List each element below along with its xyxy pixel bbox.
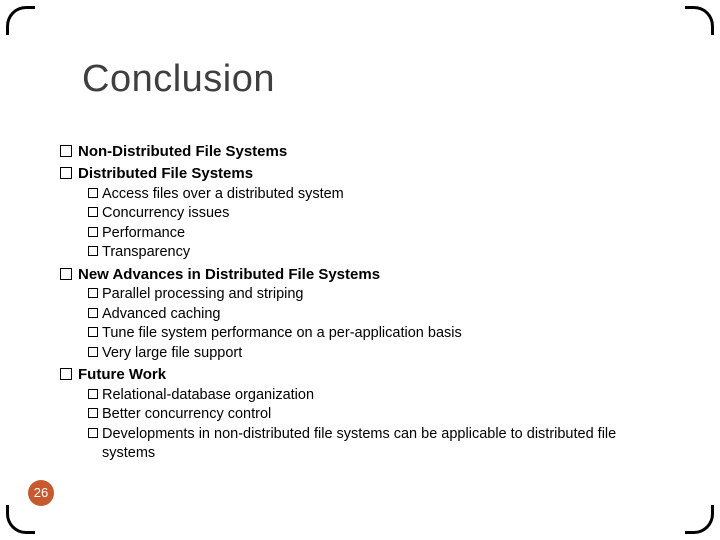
bullet-box-icon (88, 188, 98, 198)
bullet-level2: Access files over a distributed system (88, 185, 660, 205)
sub-bullet-group: Relational-database organization Better … (88, 386, 660, 464)
bullet-level1: Distributed File Systems (60, 164, 660, 184)
bullet-box-icon (88, 308, 98, 318)
bullet-level1: Non-Distributed File Systems (60, 142, 660, 162)
bullet-box-icon (60, 145, 72, 157)
bullet-text: Future Work (78, 366, 166, 383)
bullet-box-icon (60, 167, 72, 179)
bullet-text: Access files over a distributed system (102, 186, 344, 202)
bullet-level1: Future Work (60, 365, 660, 385)
bullet-box-icon (88, 227, 98, 237)
bullet-box-icon (60, 368, 72, 380)
bullet-level2: Concurrency issues (88, 204, 660, 224)
bullet-level2: Advanced caching (88, 305, 660, 325)
bullet-text: New Advances in Distributed File Systems (78, 266, 380, 283)
bullet-box-icon (88, 327, 98, 337)
bullet-box-icon (88, 428, 98, 438)
slide-title: Conclusion (82, 58, 275, 101)
bullet-box-icon (88, 207, 98, 217)
bullet-text: Relational-database organization (102, 387, 314, 403)
bullet-box-icon (88, 408, 98, 418)
bullet-text: Concurrency issues (102, 205, 229, 221)
slide: Conclusion Non-Distributed File Systems … (0, 0, 720, 540)
bullet-text: Parallel processing and striping (102, 286, 304, 302)
bullet-text: Performance (102, 225, 185, 241)
corner-decoration (685, 505, 714, 534)
corner-decoration (6, 6, 35, 35)
bullet-level2: Parallel processing and striping (88, 285, 660, 305)
bullet-text: Advanced caching (102, 306, 221, 322)
bullet-text: Very large file support (102, 345, 242, 361)
bullet-text: Better concurrency control (102, 406, 271, 422)
sub-bullet-group: Parallel processing and striping Advance… (88, 285, 660, 363)
page-number-badge: 26 (28, 480, 54, 506)
bullet-box-icon (88, 389, 98, 399)
corner-decoration (6, 505, 35, 534)
bullet-level2: Relational-database organization (88, 386, 660, 406)
corner-decoration (685, 6, 714, 35)
bullet-text: Transparency (102, 244, 190, 260)
bullet-box-icon (88, 246, 98, 256)
bullet-text: Tune file system performance on a per-ap… (102, 325, 462, 341)
bullet-level2: Very large file support (88, 344, 660, 364)
bullet-level2: Transparency (88, 243, 660, 263)
bullet-level2: Tune file system performance on a per-ap… (88, 324, 660, 344)
slide-body: Non-Distributed File Systems Distributed… (60, 140, 660, 464)
sub-bullet-group: Access files over a distributed system C… (88, 185, 660, 263)
bullet-text: Developments in non-distributed file sys… (102, 426, 616, 462)
bullet-level1: New Advances in Distributed File Systems (60, 265, 660, 285)
bullet-text: Distributed File Systems (78, 165, 253, 182)
bullet-box-icon (60, 268, 72, 280)
bullet-text: Non-Distributed File Systems (78, 143, 287, 160)
bullet-level2: Performance (88, 224, 660, 244)
bullet-box-icon (88, 288, 98, 298)
bullet-level2: Better concurrency control (88, 405, 660, 425)
bullet-box-icon (88, 347, 98, 357)
bullet-level2: Developments in non-distributed file sys… (88, 425, 660, 464)
